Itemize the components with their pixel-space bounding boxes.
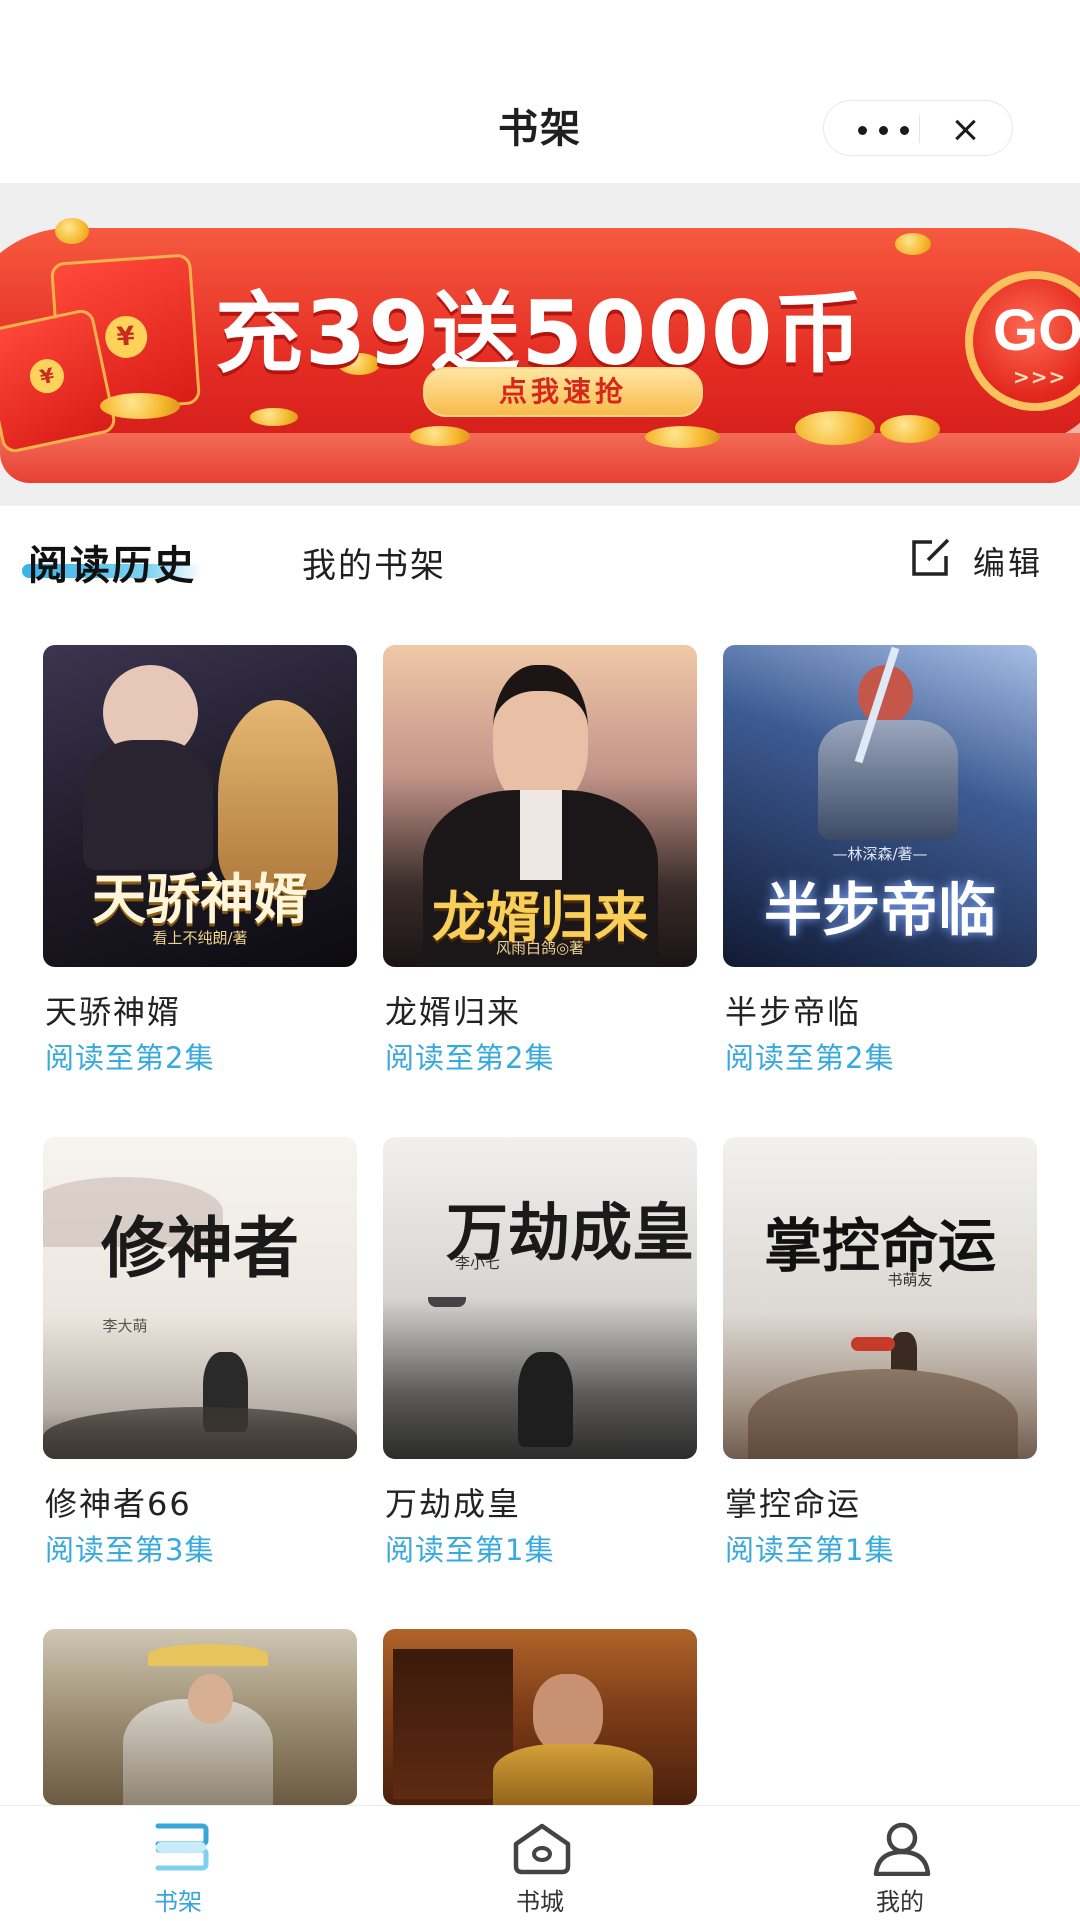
cover-title: 修神者 <box>101 1209 299 1287</box>
reading-progress: 阅读至第2集 <box>45 1041 215 1075</box>
cover-author: 看上不纯朗/著 <box>152 929 248 947</box>
tab-reading-history[interactable]: 阅读历史 <box>28 533 196 591</box>
profile-icon <box>873 1822 931 1876</box>
reading-progress: 阅读至第3集 <box>45 1533 215 1567</box>
cover-author: 风雨白鸽◎著 <box>495 939 585 957</box>
cover-ground <box>43 1407 357 1459</box>
cover-character <box>518 1352 573 1447</box>
book-cover: 龙婿归来 风雨白鸽◎著 <box>383 645 697 967</box>
book-cover: 修神者 李大萌 <box>43 1137 357 1459</box>
nav-label: 书架 <box>154 1888 202 1916</box>
book-title: 万劫成皇 <box>385 1485 522 1523</box>
cover-title: 半步帝临 <box>763 876 996 944</box>
book-grid: 天骄神婿 看上不纯朗/著 天骄神婿 阅读至第2集 龙婿归来 风雨白鸽◎著 龙婿归… <box>0 0 1080 1920</box>
nav-label: 我的 <box>876 1888 924 1916</box>
reading-progress: 阅读至第1集 <box>725 1533 895 1567</box>
book-cover: 天骄神婿 看上不纯朗/著 <box>43 645 357 967</box>
reading-progress: 阅读至第1集 <box>385 1533 555 1567</box>
book-cover: 掌控命运 书萌友 <box>723 1137 1037 1459</box>
cover-character <box>493 665 588 806</box>
book-title: 龙婿归来 <box>385 993 522 1031</box>
cover-author: 李大萌 <box>102 1317 148 1335</box>
cover-author: 书萌友 <box>887 1271 933 1289</box>
cover-character <box>188 1674 233 1724</box>
reading-progress: 阅读至第2集 <box>725 1041 895 1075</box>
cover-character <box>493 1744 653 1805</box>
cover-author: —林深森/著— <box>832 845 928 863</box>
cover-character <box>818 720 958 840</box>
cover-author: 李小七 <box>454 1254 500 1272</box>
book-cover <box>43 1629 357 1805</box>
cover-cape <box>851 1337 895 1351</box>
cover-boat <box>428 1297 466 1307</box>
cover-character <box>891 1332 917 1374</box>
cover-parasol <box>148 1644 268 1666</box>
bottom-tab-bar: 书架 书城 我的 <box>0 1805 1080 1921</box>
book-title: 天骄神婿 <box>45 993 182 1031</box>
book-title: 掌控命运 <box>725 1485 862 1523</box>
nav-bookstore[interactable]: 书城 <box>440 1806 640 1921</box>
cover-title: 天骄神婿 <box>92 867 308 931</box>
reading-progress: 阅读至第2集 <box>385 1041 555 1075</box>
book-title: 修神者66 <box>45 1485 192 1523</box>
nav-bookshelf[interactable]: 书架 <box>78 1806 278 1921</box>
cover-character <box>520 790 562 880</box>
book-cover <box>383 1629 697 1805</box>
cover-character <box>83 740 213 870</box>
bookshelf-icon <box>155 1823 209 1871</box>
book-cover: 万劫成皇 李小七 <box>383 1137 697 1459</box>
book-title: 半步帝临 <box>725 993 862 1031</box>
book-cover: —林深森/著— 半步帝临 <box>723 645 1037 967</box>
nav-label: 书城 <box>516 1888 564 1916</box>
cover-character <box>533 1674 603 1754</box>
bookstore-icon <box>513 1823 571 1875</box>
nav-profile[interactable]: 我的 <box>800 1806 1000 1921</box>
cover-mountain <box>748 1369 1018 1459</box>
